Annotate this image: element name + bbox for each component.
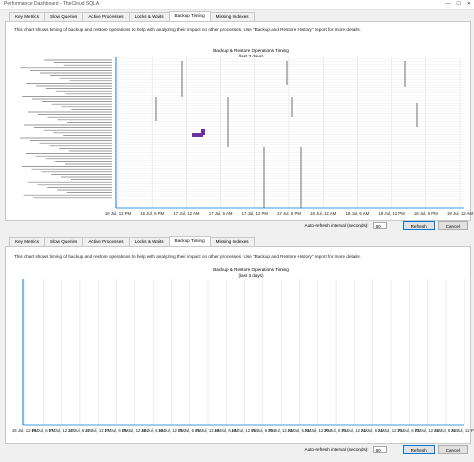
tab-key-metrics[interactable]: Key Metrics [9, 237, 45, 246]
refresh-interval-input[interactable]: 60 [372, 446, 387, 453]
x-tick-label: 17 Jul, 12 PM [242, 211, 269, 216]
tab-key-metrics[interactable]: Key Metrics [9, 12, 45, 21]
tab-active-processes[interactable]: Active Processes [82, 237, 130, 246]
maximize-button[interactable]: ☐ [456, 1, 460, 7]
tab-backup-timing[interactable]: Backup Timing [168, 11, 211, 21]
x-tick-label: 17 Jul, 12 AM [173, 211, 199, 216]
tab-content: This chart shows timing of backup and re… [5, 21, 473, 221]
tab-strip: Key Metrics Slow Queries Active Processe… [9, 11, 255, 21]
window-title: Performance Dashboard - TheCloud SQLA [4, 1, 100, 7]
refresh-button[interactable]: Refresh [402, 445, 435, 454]
refresh-bar: Auto-refresh interval (seconds): 60 Refr… [304, 445, 468, 454]
close-button[interactable]: ✕ [467, 1, 471, 7]
window-titlebar: Performance Dashboard - TheCloud SQLA — … [0, 0, 474, 10]
x-tick-label: 18 Jul, 6 PM [414, 211, 438, 216]
tab-missing-indexes[interactable]: Missing Indexes [209, 12, 255, 21]
tab-backup-timing[interactable]: Backup Timing [168, 236, 211, 246]
tab-active-processes[interactable]: Active Processes [82, 12, 130, 21]
x-tick-label: 17 Jul, 6 AM [209, 211, 233, 216]
tab-strip: Key Metrics Slow Queries Active Processe… [9, 236, 255, 246]
tab-locks-waits[interactable]: Locks & Waits [128, 12, 170, 21]
minimize-button[interactable]: — [445, 1, 450, 7]
tab-content: This chart shows timing of backup and re… [5, 246, 474, 444]
x-tick-label: 18 Jul, 6 AM [346, 211, 370, 216]
refresh-bar: Auto-refresh interval (seconds): 60 Refr… [304, 221, 468, 230]
backup-timeline-chart-2: 16 Jul, 12 PM16 Jul, 6 PM17 Jul, 12 AM17… [12, 279, 474, 433]
tab-locks-waits[interactable]: Locks & Waits [128, 237, 170, 246]
refresh-interval-input[interactable]: 60 [372, 222, 387, 229]
dashboard-panel-2: Key Metrics Slow Queries Active Processe… [0, 236, 474, 462]
tab-missing-indexes[interactable]: Missing Indexes [209, 237, 255, 246]
x-tick-label: 17 Jul, 6 PM [277, 211, 301, 216]
x-tick-label: 19 Jul, 12 AM [447, 211, 473, 216]
cancel-button[interactable]: Cancel [437, 221, 468, 230]
window-controls: — ☐ ✕ [445, 1, 471, 7]
dashboard-panel-1: Key Metrics Slow Queries Active Processe… [0, 11, 474, 232]
x-tick-label: 22 Jul, 12 PM [451, 428, 474, 433]
plot-area [23, 279, 464, 425]
tab-slow-queries[interactable]: Slow Queries [44, 237, 84, 246]
operation-bar [201, 129, 205, 135]
refresh-button[interactable]: Refresh [402, 221, 435, 230]
x-tick-label: 16 Jul, 6 PM [140, 211, 164, 216]
backup-timeline-chart-1: 16 Jul, 12 PM 16 Jul, 6 PM 17 Jul, 12 AM 17… [20, 57, 473, 216]
cancel-button[interactable]: Cancel [437, 445, 468, 454]
refresh-interval-label: Auto-refresh interval (seconds): [304, 447, 369, 452]
x-tick-label: 18 Jul, 12 AM [310, 211, 336, 216]
x-tick-label: 16 Jul, 12 PM [105, 211, 132, 216]
x-tick-label: 18 Jul, 12 PM [378, 211, 405, 216]
tab-slow-queries[interactable]: Slow Queries [44, 12, 84, 21]
refresh-interval-label: Auto-refresh interval (seconds): [304, 223, 369, 228]
